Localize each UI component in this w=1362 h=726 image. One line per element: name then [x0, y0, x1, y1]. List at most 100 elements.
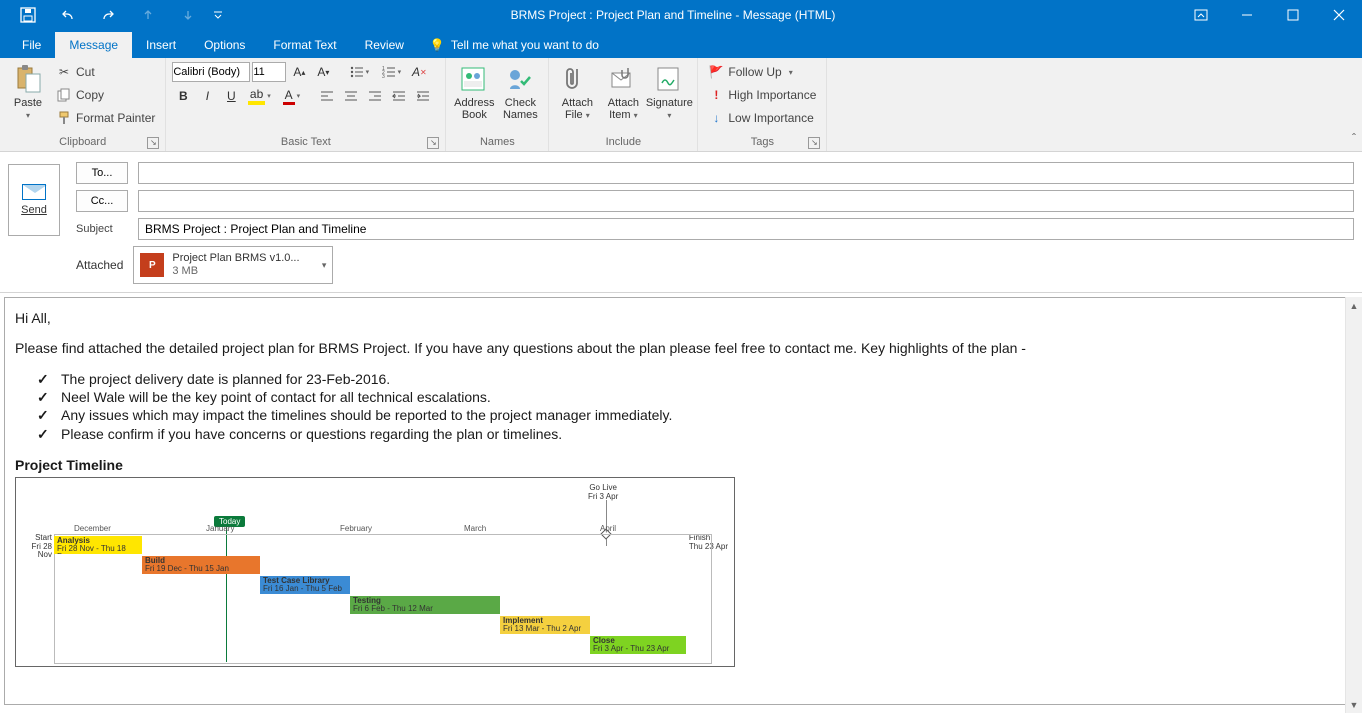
cut-button[interactable]: ✂Cut	[52, 61, 159, 83]
message-body[interactable]: Hi All, Please find attached the detaile…	[4, 297, 1358, 705]
tab-format-text[interactable]: Format Text	[259, 32, 350, 58]
font-name-input[interactable]	[172, 62, 250, 82]
group-clipboard: Paste▾ ✂Cut Copy Format Painter Clipboar…	[0, 58, 166, 151]
clear-formatting-button[interactable]: A✕	[408, 61, 430, 83]
decrease-indent-button[interactable]	[388, 85, 410, 107]
vertical-scrollbar[interactable]: ▲ ▼	[1345, 297, 1362, 713]
address-book-button[interactable]: Address Book	[452, 61, 496, 123]
paste-button[interactable]: Paste▾	[6, 61, 50, 123]
shrink-font-button[interactable]: A▾	[312, 61, 334, 83]
high-importance-button[interactable]: !High Importance	[704, 84, 820, 106]
italic-button[interactable]: I	[196, 85, 218, 107]
window-title: BRMS Project : Project Plan and Timeline…	[228, 8, 1178, 22]
align-right-button[interactable]	[364, 85, 386, 107]
exclamation-icon: !	[708, 87, 724, 103]
cc-field[interactable]	[138, 190, 1354, 212]
bullets-button[interactable]: ▾	[344, 61, 374, 83]
intro-text: Please find attached the detailed projec…	[15, 340, 1347, 356]
underline-button[interactable]: U	[220, 85, 242, 107]
timeline-bar: Test Case LibraryFri 16 Jan - Thu 5 Feb	[260, 576, 350, 594]
attachment-chip[interactable]: P Project Plan BRMS v1.0... 3 MB ▾	[133, 246, 333, 284]
attach-item-button[interactable]: Attach Item ▾	[601, 61, 645, 123]
group-basic-text: A▴ A▾ ▾ 123▾ A✕ B I U ab▾ A▾ Basic	[166, 58, 446, 151]
list-item: Any issues which may impact the timeline…	[43, 406, 1347, 424]
close-button[interactable]	[1316, 0, 1362, 30]
font-color-button[interactable]: A▾	[276, 85, 306, 107]
milestone-label: Go Live Fri 3 Apr	[588, 484, 618, 502]
list-item: Neel Wale will be the key point of conta…	[43, 388, 1347, 406]
to-button[interactable]: To...	[76, 162, 128, 184]
subject-label: Subject	[76, 223, 128, 235]
timeline-bar: TestingFri 6 Feb - Thu 12 Mar	[350, 596, 500, 614]
bullet-list: The project delivery date is planned for…	[15, 370, 1347, 443]
timeline-bar: CloseFri 3 Apr - Thu 23 Apr	[590, 636, 686, 654]
align-left-button[interactable]	[316, 85, 338, 107]
svg-text:3: 3	[382, 74, 385, 78]
tab-file[interactable]: File	[8, 32, 55, 58]
align-center-button[interactable]	[340, 85, 362, 107]
scissors-icon: ✂	[56, 64, 72, 80]
collapse-ribbon-button[interactable]: ˆ	[1352, 131, 1356, 145]
paperclip-icon	[561, 63, 593, 95]
send-button[interactable]: Send	[8, 164, 60, 236]
address-book-icon	[458, 63, 490, 95]
attachment-size: 3 MB	[172, 265, 313, 278]
tab-options[interactable]: Options	[190, 32, 259, 58]
flag-icon: 🚩	[708, 64, 724, 80]
cc-button[interactable]: Cc...	[76, 190, 128, 212]
grow-font-button[interactable]: A▴	[288, 61, 310, 83]
minimize-button[interactable]	[1224, 0, 1270, 30]
format-painter-button[interactable]: Format Painter	[52, 107, 159, 129]
next-item-button[interactable]	[168, 0, 208, 30]
quick-access-toolbar	[0, 0, 228, 30]
tab-insert[interactable]: Insert	[132, 32, 190, 58]
font-size-input[interactable]	[252, 62, 286, 82]
tab-message[interactable]: Message	[55, 32, 132, 58]
section-heading: Project Timeline	[15, 457, 1347, 473]
timeline-bar: BuildFri 19 Dec - Thu 15 Jan	[142, 556, 260, 574]
subject-field[interactable]	[138, 218, 1354, 240]
attachment-name: Project Plan BRMS v1.0...	[172, 252, 313, 265]
start-label: StartFri 28 Nov	[22, 534, 52, 560]
highlight-button[interactable]: ab▾	[244, 85, 274, 107]
envelope-icon	[22, 184, 46, 200]
title-bar: BRMS Project : Project Plan and Timeline…	[0, 0, 1362, 30]
check-names-button[interactable]: Check Names	[498, 61, 542, 123]
increase-indent-button[interactable]	[412, 85, 434, 107]
redo-button[interactable]	[88, 0, 128, 30]
qat-customize-button[interactable]	[208, 0, 228, 30]
tags-dialog-launcher[interactable]: ↘	[808, 137, 820, 149]
list-item: The project delivery date is planned for…	[43, 370, 1347, 388]
follow-up-button[interactable]: 🚩Follow Up ▾	[704, 61, 820, 83]
basic-text-dialog-launcher[interactable]: ↘	[427, 137, 439, 149]
bold-button[interactable]: B	[172, 85, 194, 107]
copy-button[interactable]: Copy	[52, 84, 159, 106]
save-button[interactable]	[8, 0, 48, 30]
to-field[interactable]	[138, 162, 1354, 184]
copy-icon	[56, 87, 72, 103]
paintbrush-icon	[56, 110, 72, 126]
attachment-dropdown[interactable]: ▾	[322, 260, 327, 271]
message-area: Hi All, Please find attached the detaile…	[0, 297, 1362, 713]
low-importance-button[interactable]: ↓Low Importance	[704, 107, 820, 129]
scroll-down-button[interactable]: ▼	[1346, 696, 1362, 713]
lightbulb-icon: 💡	[430, 38, 445, 52]
list-item: Please confirm if you have concerns or q…	[43, 425, 1347, 443]
scroll-up-button[interactable]: ▲	[1346, 297, 1362, 314]
numbering-button[interactable]: 123▾	[376, 61, 406, 83]
clipboard-dialog-launcher[interactable]: ↘	[147, 137, 159, 149]
signature-button[interactable]: Signature ▾	[647, 61, 691, 123]
tell-me-search[interactable]: 💡 Tell me what you want to do	[418, 32, 611, 58]
timeline-bar: AnalysisFri 28 Nov - Thu 18 Dec	[54, 536, 142, 554]
attach-item-icon	[607, 63, 639, 95]
undo-button[interactable]	[48, 0, 88, 30]
attach-file-button[interactable]: Attach File ▾	[555, 61, 599, 123]
tab-review[interactable]: Review	[351, 32, 418, 58]
paste-icon	[12, 63, 44, 95]
group-names: Address Book Check Names Names	[446, 58, 549, 151]
prev-item-button[interactable]	[128, 0, 168, 30]
maximize-button[interactable]	[1270, 0, 1316, 30]
ribbon-display-button[interactable]	[1178, 0, 1224, 30]
group-tags: 🚩Follow Up ▾ !High Importance ↓Low Impor…	[698, 58, 827, 151]
check-names-icon	[504, 63, 536, 95]
